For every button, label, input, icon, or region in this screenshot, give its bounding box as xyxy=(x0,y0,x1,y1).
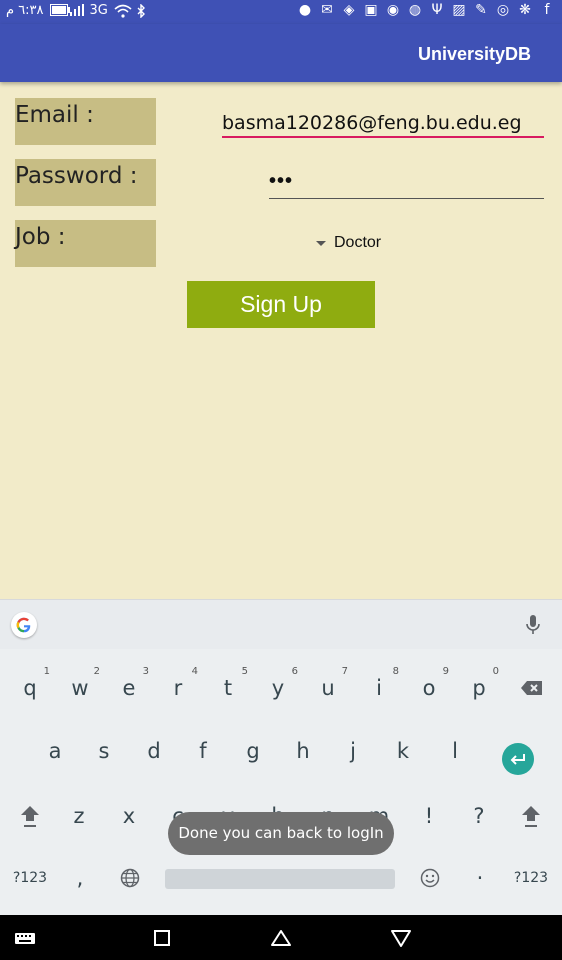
key-e[interactable]: e3 xyxy=(105,666,153,710)
bluetooth-icon xyxy=(134,2,148,19)
status-left: ٦:٣٨ م 3G xyxy=(6,2,148,19)
toast-message: Done you can back to logIn xyxy=(168,812,394,855)
navigation-bar xyxy=(0,915,562,960)
job-selected-value: Doctor xyxy=(334,234,382,251)
key-t[interactable]: t5 xyxy=(204,666,252,710)
shift-right-icon[interactable] xyxy=(507,794,555,838)
status-time: ٦:٣٨ م xyxy=(6,3,44,18)
key-comma[interactable]: , xyxy=(56,856,104,900)
globe-icon: ◉ xyxy=(386,2,400,18)
key-r[interactable]: r4 xyxy=(154,666,202,710)
key-s[interactable]: s xyxy=(80,729,128,773)
job-dropdown[interactable]: Doctor xyxy=(316,234,381,252)
key-i[interactable]: i8 xyxy=(355,666,403,710)
key-x[interactable]: x xyxy=(105,794,153,838)
home-icon[interactable] xyxy=(269,926,293,950)
password-label: Password : xyxy=(15,159,156,206)
job-label: Job : xyxy=(15,220,156,267)
signal-icon xyxy=(69,3,84,18)
wrench-icon: ✎ xyxy=(475,2,487,18)
email-label: Email : xyxy=(15,98,156,145)
enter-key[interactable] xyxy=(502,743,534,775)
key-k[interactable]: k xyxy=(379,729,427,773)
back-down-icon[interactable] xyxy=(389,926,413,950)
globe-key-icon[interactable] xyxy=(106,856,154,900)
key-g[interactable]: g xyxy=(229,729,277,773)
key-a[interactable]: a xyxy=(31,729,79,773)
key-h[interactable]: h xyxy=(279,729,327,773)
key-j[interactable]: j xyxy=(329,729,377,773)
key-q[interactable]: q1 xyxy=(6,666,54,710)
key-p[interactable]: p0 xyxy=(455,666,503,710)
key-d[interactable]: d xyxy=(130,729,178,773)
keyboard-switch-icon[interactable] xyxy=(14,926,38,950)
google-icon[interactable] xyxy=(11,612,37,638)
symbols-key[interactable]: ?123 xyxy=(6,856,54,900)
caret-down-icon xyxy=(316,240,326,246)
email-field[interactable]: basma120286@feng.bu.edu.eg xyxy=(222,108,544,138)
keyboard-suggestion-bar xyxy=(0,599,562,649)
key-question[interactable]: ? xyxy=(455,794,503,838)
key-u[interactable]: u7 xyxy=(304,666,352,710)
app-title: UniversityDB xyxy=(417,44,531,64)
wifi-icon xyxy=(114,4,132,18)
facebook-icon: f xyxy=(544,2,550,18)
network-type: 3G xyxy=(89,3,108,18)
key-exclamation[interactable]: ! xyxy=(405,794,453,838)
status-bar: ٦:٣٨ م 3G ● ✉ ◈ ▣ ◉ ◍ Ψ ▨ ✎ ◎ ❋ f xyxy=(0,0,562,24)
microphone-icon[interactable] xyxy=(526,614,540,636)
spacebar[interactable] xyxy=(165,869,395,889)
key-y[interactable]: y6 xyxy=(254,666,302,710)
recents-icon[interactable] xyxy=(150,926,174,950)
notification-icon: ● xyxy=(298,2,312,18)
sign-up-button[interactable]: Sign Up xyxy=(187,281,375,328)
shield-icon: ◈ xyxy=(343,2,355,18)
app-bar: UniversityDB xyxy=(0,24,562,82)
usb-icon: Ψ xyxy=(431,2,443,18)
key-w[interactable]: w2 xyxy=(56,666,104,710)
whatsapp-icon: ◎ xyxy=(496,2,510,18)
app-icon: ❋ xyxy=(519,2,531,18)
key-z[interactable]: z xyxy=(55,794,103,838)
keyboard: q1 w2 e3 r4 t5 y6 u7 i8 o9 p0 a s d f g … xyxy=(0,649,562,915)
emoji-icon[interactable] xyxy=(406,856,454,900)
mail-icon: ✉ xyxy=(321,2,333,18)
battery-icon xyxy=(49,3,70,18)
backspace-icon[interactable] xyxy=(508,666,556,710)
shift-left-icon[interactable] xyxy=(6,794,54,838)
key-o[interactable]: o9 xyxy=(405,666,453,710)
image-icon: ▨ xyxy=(452,2,466,18)
key-l[interactable]: l xyxy=(431,729,479,773)
key-f[interactable]: f xyxy=(179,729,227,773)
symbols-key-right[interactable]: ?123 xyxy=(507,856,555,900)
key-period[interactable]: · xyxy=(456,856,504,900)
status-right: ● ✉ ◈ ▣ ◉ ◍ Ψ ▨ ✎ ◎ ❋ f xyxy=(298,3,554,17)
password-field[interactable]: ••• xyxy=(269,168,544,199)
messenger-icon: ◍ xyxy=(408,2,422,18)
lock-icon: ▣ xyxy=(364,2,378,18)
